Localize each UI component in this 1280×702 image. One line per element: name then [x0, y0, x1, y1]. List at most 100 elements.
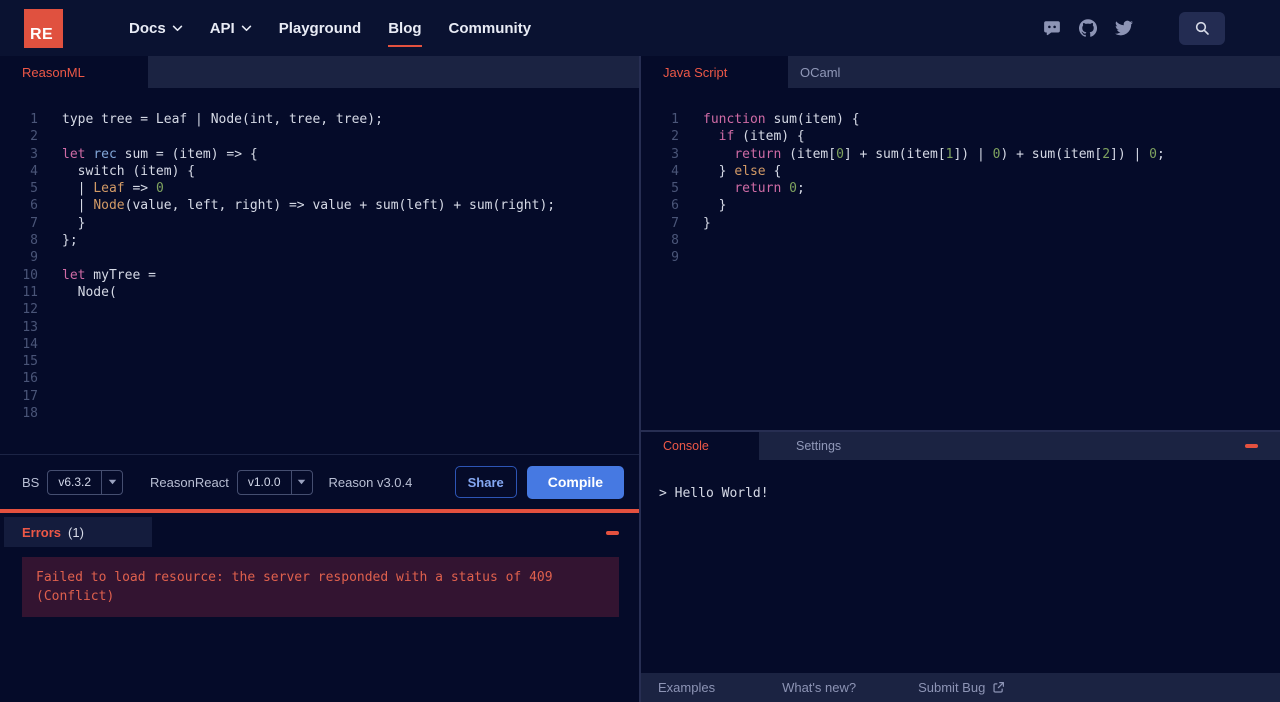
code-line: 11 Node( — [0, 284, 639, 301]
external-link-icon — [992, 681, 1005, 694]
left-editor-tabbar: ReasonML — [0, 56, 639, 88]
line-number: 12 — [22, 302, 38, 318]
code-line: 1 function sum(item) { — [641, 111, 1280, 128]
share-button[interactable]: Share — [454, 466, 517, 498]
code-line: 7} — [641, 215, 1280, 232]
bs-label: BS — [22, 474, 40, 490]
code-line: 13 — [0, 319, 639, 336]
tab-ocaml[interactable]: OCaml — [788, 56, 852, 88]
nav-item-blog[interactable]: Blog — [388, 19, 422, 47]
line-number: 8 — [671, 233, 679, 249]
line-number: 15 — [22, 354, 38, 370]
line-number: 14 — [22, 336, 38, 352]
code-line: 8 — [641, 232, 1280, 249]
code-line: 16 — [0, 370, 639, 387]
line-number: 2 — [30, 129, 38, 145]
nav-item-label: Blog — [388, 19, 422, 37]
tab-console[interactable]: Console — [641, 432, 759, 460]
code-line: 8}; — [0, 232, 639, 249]
code-line: 9 — [0, 249, 639, 266]
search-button[interactable] — [1179, 11, 1225, 45]
nav-item-label: API — [209, 19, 235, 37]
line-number: 11 — [22, 284, 38, 300]
console-tabbar: Console Settings — [641, 432, 1280, 460]
reason-code-editor[interactable]: 1 type tree = Leaf | Node(int, tree, tree… — [0, 88, 639, 455]
collapse-console-icon[interactable] — [1245, 444, 1258, 448]
javascript-output-editor[interactable]: 1 function sum(item) {2 if (item) {3 retu… — [641, 88, 1280, 430]
code-line: 1 type tree = Leaf | Node(int, tree, tree… — [0, 111, 639, 128]
console-output: > Hello World! — [641, 460, 1280, 673]
line-number: 13 — [22, 319, 38, 335]
nav-item-label: Docs — [129, 19, 166, 37]
tab-settings[interactable]: Settings — [784, 432, 853, 460]
errors-header: Errors (1) — [0, 513, 639, 547]
collapse-errors-icon[interactable] — [606, 531, 619, 535]
reason-logo[interactable]: RE — [24, 8, 63, 48]
code-line: 2 — [0, 128, 639, 145]
chevron-down-icon — [172, 25, 183, 32]
code-line: 5 | Leaf => 0 — [0, 180, 639, 197]
nav-item-docs[interactable]: Docs — [129, 20, 183, 37]
reasonreact-version-select[interactable]: v1.0.0 — [236, 469, 313, 495]
tab-reasonml[interactable]: ReasonML — [0, 56, 148, 88]
line-number: 2 — [671, 129, 679, 145]
code-line: 10 let myTree = — [0, 267, 639, 284]
twitter-icon[interactable] — [1115, 19, 1133, 37]
nav-item-community[interactable]: Community — [449, 20, 532, 37]
nav-item-label: Community — [448, 19, 532, 37]
code-line: 15 — [0, 353, 639, 370]
code-line: 17 — [0, 388, 639, 405]
github-icon[interactable] — [1079, 19, 1097, 37]
line-number: 7 — [30, 215, 38, 231]
code-line: 5 return 0; — [641, 180, 1280, 197]
nav-item-api[interactable]: API — [210, 20, 252, 37]
bs-version-select[interactable]: v6.3.2 — [47, 469, 124, 495]
nav-links: Docs API Playground Blog Community — [129, 19, 532, 47]
code-line: 3 return (item[0] + sum(item[1]) | 0) + … — [641, 146, 1280, 163]
line-number: 1 — [30, 112, 38, 127]
footer-link-submit-bug[interactable]: Submit Bug — [918, 680, 1005, 695]
code-line: 14 — [0, 336, 639, 353]
line-number: 3 — [30, 146, 38, 162]
line-number: 10 — [22, 267, 38, 283]
compiler-toolbar: BS v6.3.2 ReasonReact v1.0.0 Reason v3.0… — [0, 455, 639, 509]
code-line: 6 } — [641, 197, 1280, 214]
playground-footer: Examples What's new? Submit Bug — [641, 673, 1280, 702]
bs-version-value: v6.3.2 — [58, 475, 92, 489]
errors-count-badge: (1) — [68, 524, 84, 540]
playground-page: RE Docs API Playground Blog Community Re… — [0, 0, 1280, 702]
line-number: 8 — [30, 233, 38, 249]
search-icon — [1194, 20, 1210, 36]
code-line: 9 — [641, 249, 1280, 266]
reason-version-text: Reason v3.0.4 — [328, 474, 413, 490]
left-pane: ReasonML 1 type tree = Leaf | Node(int, t… — [0, 56, 639, 702]
code-line: 18 — [0, 405, 639, 422]
submit-bug-label: Submit Bug — [918, 680, 986, 695]
discord-icon[interactable] — [1043, 19, 1061, 37]
line-number: 9 — [30, 250, 38, 266]
line-number: 5 — [671, 181, 679, 197]
error-message: Failed to load resource: the server resp… — [22, 557, 619, 617]
code-line: 4 } else { — [641, 163, 1280, 180]
code-line: 12 — [0, 301, 639, 318]
footer-link-whats-new[interactable]: What's new? — [782, 680, 856, 695]
line-number: 4 — [671, 163, 679, 179]
compile-button[interactable]: Compile — [526, 465, 624, 499]
code-line: 6 | Node(value, left, right) => value + … — [0, 197, 639, 214]
chevron-down-icon — [241, 25, 252, 32]
line-number: 4 — [30, 163, 38, 179]
main-split: ReasonML 1 type tree = Leaf | Node(int, t… — [0, 56, 1280, 702]
top-nav: RE Docs API Playground Blog Community — [0, 0, 1280, 56]
errors-panel: Errors (1) Failed to load resource: the … — [0, 513, 639, 702]
line-number: 9 — [671, 250, 679, 266]
footer-link-examples[interactable]: Examples — [658, 680, 715, 695]
line-number: 3 — [671, 146, 679, 162]
nav-item-playground[interactable]: Playground — [279, 20, 362, 37]
tab-javascript[interactable]: Java Script — [641, 56, 788, 88]
line-number: 7 — [671, 215, 679, 231]
right-pane: Java Script OCaml 1 function sum(item) {2… — [641, 56, 1280, 702]
line-number: 16 — [22, 371, 38, 387]
tab-errors[interactable]: Errors (1) — [4, 517, 152, 547]
nav-social-icons — [1043, 11, 1225, 45]
code-line: 3 let rec sum = (item) => { — [0, 146, 639, 163]
